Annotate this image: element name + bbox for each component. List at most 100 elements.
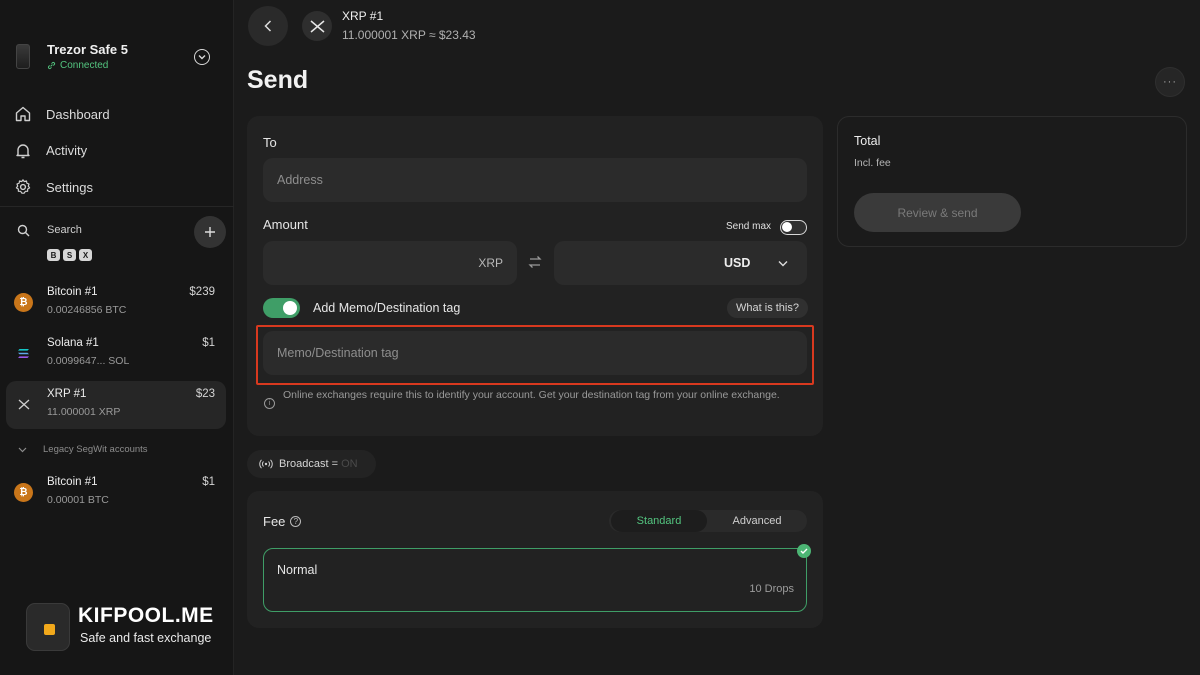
what-is-this-button[interactable]: What is this? bbox=[727, 298, 808, 318]
account-balance-summary: 11.000001 XRP ≈ $23.43 bbox=[342, 28, 476, 42]
memo-highlight-box bbox=[256, 325, 814, 385]
xrp-icon bbox=[302, 11, 332, 41]
fee-option-name: Normal bbox=[277, 563, 318, 577]
account-balance: 0.00001 BTC bbox=[47, 494, 109, 506]
total-card: Total Incl. fee Review & send bbox=[837, 116, 1187, 247]
nav-settings-label: Settings bbox=[46, 179, 93, 195]
crypto-currency-label: XRP bbox=[478, 256, 503, 270]
toggle-knob bbox=[782, 222, 792, 232]
sidebar-divider bbox=[0, 206, 234, 207]
check-icon bbox=[797, 544, 811, 558]
bell-icon bbox=[16, 144, 30, 158]
device-selector[interactable]: Trezor Safe 5 Connected bbox=[14, 42, 224, 72]
send-max-label: Send max bbox=[726, 221, 772, 232]
gear-icon bbox=[15, 179, 31, 195]
toggle-knob bbox=[283, 301, 297, 315]
review-send-button[interactable]: Review & send bbox=[854, 193, 1021, 232]
broadcast-label-text: Broadcast bbox=[279, 458, 329, 470]
device-status: Connected bbox=[47, 60, 108, 71]
wallet-logo-icon bbox=[26, 603, 70, 651]
bitcoin-filter-icon[interactable]: B bbox=[47, 249, 60, 261]
top-bar: XRP #1 11.000001 XRP ≈ $23.43 bbox=[234, 0, 1200, 50]
add-account-button[interactable] bbox=[194, 216, 226, 248]
total-label: Total bbox=[854, 134, 881, 148]
bitcoin-icon: ₿ bbox=[14, 293, 33, 312]
solana-filter-icon[interactable]: S bbox=[63, 249, 76, 261]
account-name: XRP #1 bbox=[47, 388, 87, 400]
main-nav: Dashboard Activity Settings bbox=[14, 96, 220, 206]
account-balance: 0.00246856 BTC bbox=[47, 304, 127, 316]
search-icon bbox=[17, 224, 30, 237]
more-options-button[interactable]: ··· bbox=[1155, 67, 1185, 97]
account-fiat: $23 bbox=[195, 388, 215, 400]
account-name: Bitcoin #1 bbox=[47, 286, 98, 298]
coin-filters: B S X bbox=[47, 249, 92, 261]
fiat-amount-input[interactable]: USD bbox=[554, 241, 807, 285]
account-name: Solana #1 bbox=[47, 337, 99, 349]
chevron-down-icon[interactable] bbox=[194, 49, 210, 65]
address-placeholder: Address bbox=[277, 173, 323, 187]
account-balance: 11.000001 XRP bbox=[47, 406, 121, 418]
to-label: To bbox=[263, 135, 277, 150]
home-icon bbox=[15, 107, 31, 122]
memo-hint: Online exchanges require this to identif… bbox=[283, 389, 780, 401]
account-name: Bitcoin #1 bbox=[47, 476, 98, 488]
account-search[interactable]: Search bbox=[14, 216, 226, 248]
address-input[interactable]: Address bbox=[263, 158, 807, 202]
chevron-down-icon bbox=[18, 447, 27, 452]
device-name: Trezor Safe 5 bbox=[47, 42, 128, 57]
amount-label: Amount bbox=[263, 217, 308, 232]
info-icon: i bbox=[264, 398, 275, 409]
account-fiat: $1 bbox=[202, 337, 215, 349]
nav-dashboard-label: Dashboard bbox=[46, 106, 110, 122]
page-title: Send bbox=[247, 66, 309, 94]
sidebar: Trezor Safe 5 Connected Dashboard Activi… bbox=[0, 0, 234, 675]
fee-tabs: Standard Advanced bbox=[609, 510, 807, 532]
broadcast-toggle[interactable]: Broadcast = ON bbox=[247, 450, 376, 478]
brand-subtitle: Safe and fast exchange bbox=[80, 631, 212, 645]
account-solana-1[interactable]: Solana #1 0.0099647... SOL $1 bbox=[6, 330, 226, 378]
bitcoin-icon: ₿ bbox=[14, 483, 33, 502]
back-button[interactable] bbox=[248, 6, 288, 46]
nav-activity[interactable]: Activity bbox=[14, 133, 220, 170]
watermark-brand: KIFPOOL.ME Safe and fast exchange bbox=[26, 603, 236, 651]
tab-standard[interactable]: Standard bbox=[611, 510, 707, 532]
chevron-left-icon bbox=[264, 20, 272, 32]
crypto-amount-input[interactable]: XRP bbox=[263, 241, 517, 285]
legacy-accounts-toggle[interactable]: Legacy SegWit accounts bbox=[18, 444, 148, 455]
legacy-label: Legacy SegWit accounts bbox=[43, 444, 148, 455]
fee-label: Fee bbox=[263, 514, 286, 529]
send-max-toggle[interactable] bbox=[780, 220, 807, 235]
broadcast-label: Broadcast = ON bbox=[279, 458, 358, 470]
nav-activity-label: Activity bbox=[46, 143, 88, 159]
fee-option-normal[interactable]: Normal 10 Drops bbox=[263, 544, 811, 612]
memo-toggle[interactable] bbox=[263, 298, 300, 318]
account-fiat: $1 bbox=[202, 476, 215, 488]
trezor-device-icon bbox=[16, 44, 30, 69]
link-icon bbox=[47, 61, 56, 70]
total-sub: Incl. fee bbox=[854, 157, 891, 169]
memo-toggle-label: Add Memo/Destination tag bbox=[313, 301, 461, 315]
fee-label-row: Fee ? bbox=[263, 514, 302, 529]
nav-settings[interactable]: Settings bbox=[14, 169, 220, 206]
fee-card: Fee ? Standard Advanced Normal 10 Drops bbox=[247, 491, 823, 628]
broadcast-icon bbox=[259, 459, 273, 469]
account-title: XRP #1 bbox=[342, 9, 384, 23]
xrp-icon bbox=[14, 395, 33, 414]
help-icon[interactable]: ? bbox=[290, 516, 302, 527]
chevron-down-icon[interactable] bbox=[778, 260, 788, 267]
xrp-filter-icon[interactable]: X bbox=[79, 249, 92, 261]
account-fiat: $239 bbox=[189, 286, 215, 298]
tab-advanced[interactable]: Advanced bbox=[709, 510, 805, 532]
fiat-currency-select[interactable]: USD bbox=[724, 256, 750, 270]
swap-icon[interactable] bbox=[528, 255, 542, 269]
account-legacy-bitcoin-1[interactable]: ₿ Bitcoin #1 0.00001 BTC $1 bbox=[6, 469, 226, 517]
broadcast-separator: = bbox=[331, 458, 339, 470]
device-status-text: Connected bbox=[60, 60, 109, 71]
account-balance: 0.0099647... SOL bbox=[47, 355, 130, 367]
account-xrp-1[interactable]: XRP #1 11.000001 XRP $23 bbox=[6, 381, 226, 429]
plus-icon bbox=[205, 227, 215, 237]
account-bitcoin-1[interactable]: ₿ Bitcoin #1 0.00246856 BTC $239 bbox=[6, 279, 226, 327]
nav-dashboard[interactable]: Dashboard bbox=[14, 96, 220, 133]
brand-title: KIFPOOL.ME bbox=[78, 604, 214, 627]
